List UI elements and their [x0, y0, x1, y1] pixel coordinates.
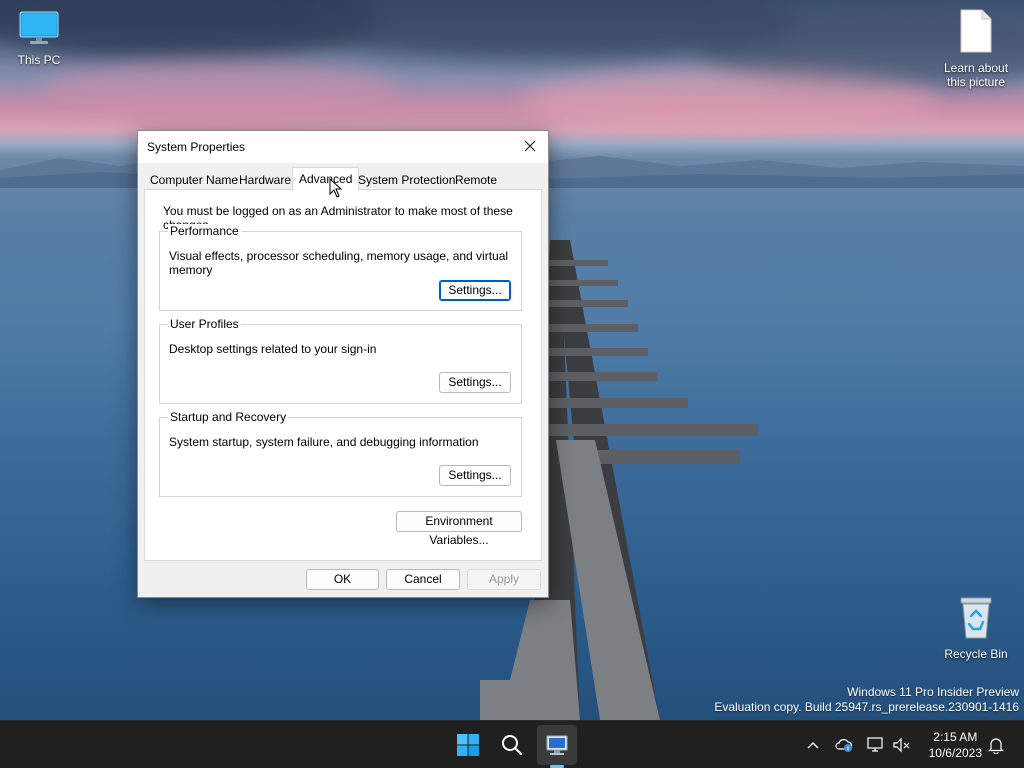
- clock-time: 2:15 AM: [933, 730, 978, 744]
- startup-recovery-settings-button[interactable]: Settings...: [439, 465, 511, 486]
- environment-variables-button[interactable]: Environment Variables...: [396, 511, 522, 547]
- clock-date: 10/6/2023: [928, 746, 982, 760]
- taskbar: 2:15 AM 10/6/2023: [0, 720, 1024, 768]
- desktop-icon-this-pc[interactable]: This PC: [1, 10, 77, 67]
- evaluation-watermark: Windows 11 Pro Insider Preview Evaluatio…: [714, 685, 1019, 715]
- desktop-icon-label: This PC: [17, 53, 61, 67]
- recycle-bin-icon: [960, 597, 992, 639]
- desktop-icon-label: Recycle Bin: [944, 647, 1008, 661]
- group-label: Performance: [168, 224, 241, 238]
- tab-computer-name[interactable]: Computer Name: [144, 170, 244, 190]
- tab-advanced[interactable]: Advanced: [292, 167, 360, 191]
- desktop-icon-learn-about-picture[interactable]: Learn about this picture: [936, 8, 1016, 89]
- group-description: Visual effects, processor scheduling, me…: [169, 249, 509, 277]
- user-profiles-group: User Profiles Desktop settings related t…: [159, 317, 522, 404]
- performance-settings-button[interactable]: Settings...: [439, 280, 511, 301]
- onedrive-tray-button[interactable]: [834, 735, 854, 755]
- apply-button[interactable]: Apply: [467, 569, 541, 590]
- ok-button[interactable]: OK: [306, 569, 379, 590]
- close-button[interactable]: [512, 131, 548, 161]
- notifications-button[interactable]: [986, 735, 1006, 755]
- watermark-line: Evaluation copy. Build 25947.rs_prerelea…: [714, 700, 1019, 714]
- group-description: System startup, system failure, and debu…: [169, 435, 479, 449]
- desktop-icon-label: Learn about this picture: [943, 61, 1009, 89]
- monitor-icon: [19, 11, 59, 44]
- performance-group: Performance Visual effects, processor sc…: [159, 224, 522, 311]
- cloud: [40, 60, 400, 120]
- start-button[interactable]: [448, 725, 488, 765]
- windows-logo-icon: [457, 734, 479, 756]
- bell-icon: [988, 738, 1004, 754]
- system-properties-icon: [546, 735, 568, 755]
- group-label: Startup and Recovery: [168, 410, 289, 424]
- search-icon: [502, 735, 523, 756]
- watermark-line: Windows 11 Pro Insider Preview: [847, 685, 1019, 699]
- dialog-titlebar[interactable]: System Properties: [138, 131, 548, 163]
- chevron-up-icon: [807, 742, 819, 749]
- tab-system-protection[interactable]: System Protection: [352, 170, 461, 190]
- document-icon: [960, 9, 992, 53]
- search-button[interactable]: [492, 725, 532, 765]
- close-icon: [524, 140, 536, 152]
- network-tray-button[interactable]: [866, 735, 886, 755]
- group-label: User Profiles: [168, 317, 241, 331]
- tab-hardware[interactable]: Hardware: [233, 170, 297, 190]
- volume-muted-icon: [893, 737, 910, 753]
- system-properties-dialog: System Properties Computer Name Hardware…: [137, 130, 549, 598]
- show-hidden-icons-button[interactable]: [803, 735, 823, 755]
- tab-remote[interactable]: Remote: [449, 170, 503, 190]
- group-description: Desktop settings related to your sign-in: [169, 342, 377, 356]
- taskbar-app-system-properties[interactable]: [537, 725, 577, 765]
- network-icon: [867, 737, 883, 752]
- startup-recovery-group: Startup and Recovery System startup, sys…: [159, 410, 522, 497]
- taskbar-clock[interactable]: 2:15 AM 10/6/2023: [929, 729, 982, 761]
- cloud: [520, 70, 940, 130]
- desktop-icon-recycle-bin[interactable]: Recycle Bin: [936, 596, 1016, 661]
- dialog-title: System Properties: [147, 140, 246, 154]
- cloud-info-icon: [835, 739, 853, 752]
- user-profiles-settings-button[interactable]: Settings...: [439, 372, 511, 393]
- cancel-button[interactable]: Cancel: [386, 569, 460, 590]
- mouse-cursor-icon: [329, 178, 343, 198]
- volume-tray-button[interactable]: [892, 735, 912, 755]
